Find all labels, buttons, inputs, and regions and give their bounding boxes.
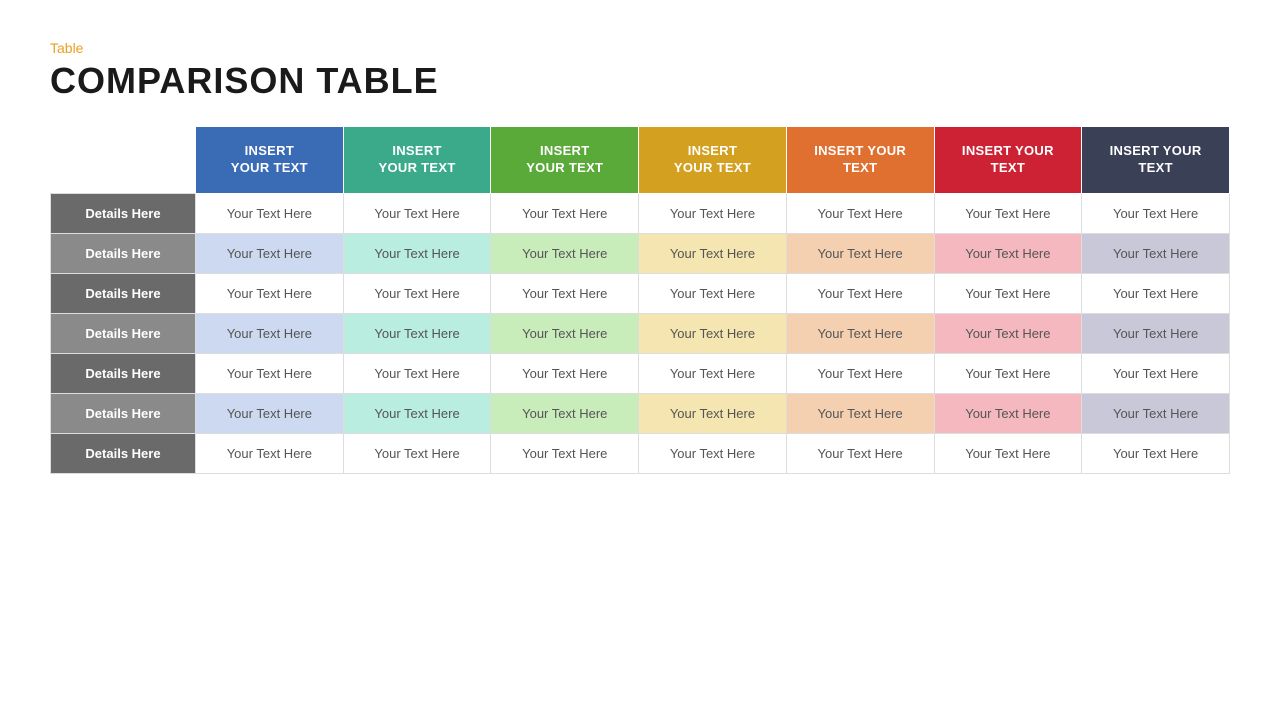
table-row: Details HereYour Text HereYour Text Here… [51,313,1230,353]
cell-r1-c5[interactable]: Your Text Here [786,233,934,273]
cell-r1-c6[interactable]: Your Text Here [934,233,1082,273]
cell-r5-c5[interactable]: Your Text Here [786,393,934,433]
table-row: Details HereYour Text HereYour Text Here… [51,353,1230,393]
row-label-3: Details Here [51,313,196,353]
col-header-5: INSERT YOURTEXT [786,127,934,194]
cell-r2-c6[interactable]: Your Text Here [934,273,1082,313]
cell-r1-c7[interactable]: Your Text Here [1082,233,1230,273]
cell-r4-c3[interactable]: Your Text Here [491,353,639,393]
col-header-7: INSERT YOURTEXT [1082,127,1230,194]
cell-r0-c2[interactable]: Your Text Here [343,193,491,233]
page: Table COMPARISON TABLE INSERTYOUR TEXTIN… [0,0,1280,720]
col-header-3: INSERTYOUR TEXT [491,127,639,194]
row-label-1: Details Here [51,233,196,273]
col-header-1: INSERTYOUR TEXT [196,127,344,194]
cell-r6-c1[interactable]: Your Text Here [196,433,344,473]
table-row: Details HereYour Text HereYour Text Here… [51,393,1230,433]
header: Table COMPARISON TABLE [50,40,1230,102]
cell-r0-c7[interactable]: Your Text Here [1082,193,1230,233]
cell-r6-c6[interactable]: Your Text Here [934,433,1082,473]
cell-r4-c2[interactable]: Your Text Here [343,353,491,393]
comparison-table: INSERTYOUR TEXTINSERTYOUR TEXTINSERTYOUR… [50,126,1230,474]
table-row: Details HereYour Text HereYour Text Here… [51,273,1230,313]
cell-r2-c4[interactable]: Your Text Here [639,273,787,313]
row-label-6: Details Here [51,433,196,473]
cell-r4-c4[interactable]: Your Text Here [639,353,787,393]
header-label: Table [50,40,1230,56]
cell-r6-c5[interactable]: Your Text Here [786,433,934,473]
col-header-4: INSERTYOUR TEXT [639,127,787,194]
cell-r6-c3[interactable]: Your Text Here [491,433,639,473]
cell-r3-c2[interactable]: Your Text Here [343,313,491,353]
cell-r2-c7[interactable]: Your Text Here [1082,273,1230,313]
cell-r1-c4[interactable]: Your Text Here [639,233,787,273]
row-label-5: Details Here [51,393,196,433]
cell-r4-c1[interactable]: Your Text Here [196,353,344,393]
cell-r3-c5[interactable]: Your Text Here [786,313,934,353]
table-container: INSERTYOUR TEXTINSERTYOUR TEXTINSERTYOUR… [50,126,1230,690]
cell-r3-c1[interactable]: Your Text Here [196,313,344,353]
cell-r5-c6[interactable]: Your Text Here [934,393,1082,433]
cell-r4-c7[interactable]: Your Text Here [1082,353,1230,393]
cell-r2-c3[interactable]: Your Text Here [491,273,639,313]
cell-r0-c6[interactable]: Your Text Here [934,193,1082,233]
cell-r5-c4[interactable]: Your Text Here [639,393,787,433]
row-label-0: Details Here [51,193,196,233]
cell-r0-c5[interactable]: Your Text Here [786,193,934,233]
cell-r6-c4[interactable]: Your Text Here [639,433,787,473]
cell-r3-c6[interactable]: Your Text Here [934,313,1082,353]
cell-r2-c5[interactable]: Your Text Here [786,273,934,313]
cell-r5-c7[interactable]: Your Text Here [1082,393,1230,433]
cell-r1-c1[interactable]: Your Text Here [196,233,344,273]
cell-r2-c2[interactable]: Your Text Here [343,273,491,313]
cell-r5-c2[interactable]: Your Text Here [343,393,491,433]
cell-r1-c3[interactable]: Your Text Here [491,233,639,273]
cell-r4-c5[interactable]: Your Text Here [786,353,934,393]
cell-r3-c7[interactable]: Your Text Here [1082,313,1230,353]
row-label-4: Details Here [51,353,196,393]
cell-r5-c3[interactable]: Your Text Here [491,393,639,433]
cell-r0-c3[interactable]: Your Text Here [491,193,639,233]
cell-r5-c1[interactable]: Your Text Here [196,393,344,433]
cell-r6-c2[interactable]: Your Text Here [343,433,491,473]
cell-r0-c1[interactable]: Your Text Here [196,193,344,233]
table-row: Details HereYour Text HereYour Text Here… [51,433,1230,473]
cell-r1-c2[interactable]: Your Text Here [343,233,491,273]
header-title: COMPARISON TABLE [50,60,1230,102]
table-row: Details HereYour Text HereYour Text Here… [51,233,1230,273]
cell-r0-c4[interactable]: Your Text Here [639,193,787,233]
cell-r4-c6[interactable]: Your Text Here [934,353,1082,393]
col-header-6: INSERT YOURTEXT [934,127,1082,194]
cell-r2-c1[interactable]: Your Text Here [196,273,344,313]
row-label-2: Details Here [51,273,196,313]
cell-r3-c3[interactable]: Your Text Here [491,313,639,353]
table-row: Details HereYour Text HereYour Text Here… [51,193,1230,233]
cell-r6-c7[interactable]: Your Text Here [1082,433,1230,473]
cell-r3-c4[interactable]: Your Text Here [639,313,787,353]
col-header-2: INSERTYOUR TEXT [343,127,491,194]
col-empty-header [51,127,196,194]
